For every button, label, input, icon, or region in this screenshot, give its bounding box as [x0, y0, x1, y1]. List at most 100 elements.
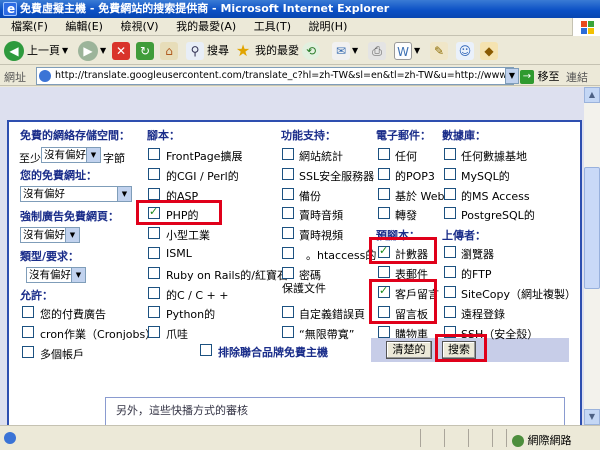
exclude-cobrand-label: 排除聯合品牌免費主機: [218, 346, 328, 359]
feature-checkbox[interactable]: [282, 227, 294, 239]
database-checkbox[interactable]: [444, 207, 456, 219]
formmail-checkbox[interactable]: [378, 266, 390, 278]
domain-select[interactable]: 沒有偏好 ▼: [20, 186, 132, 202]
feature-label: 自定義錯誤頁: [299, 308, 365, 321]
feature-checkbox[interactable]: [282, 267, 294, 279]
mail-button[interactable]: ✉ ▼: [332, 40, 358, 62]
feature-label: 賣時音頻: [299, 209, 343, 222]
database-checkbox[interactable]: [444, 148, 456, 160]
upload-checkbox[interactable]: [444, 286, 456, 298]
script-label: Python的: [166, 308, 216, 321]
stop-button[interactable]: ✕: [112, 40, 130, 62]
clear-button[interactable]: 清楚的: [386, 341, 432, 359]
research-button[interactable]: ◆: [480, 40, 498, 62]
feature-checkbox[interactable]: [282, 188, 294, 200]
email-label: 基於 Web: [395, 190, 445, 203]
chevron-down-icon: ▼: [117, 187, 131, 201]
search-form-panel: [7, 120, 582, 425]
feature-checkbox[interactable]: [282, 326, 294, 338]
discuss-button[interactable]: ✎: [430, 40, 448, 62]
script-checkbox[interactable]: [148, 148, 160, 160]
script-label: FrontPage擴展: [166, 150, 243, 163]
feature-checkbox[interactable]: [282, 306, 294, 318]
scroll-up-icon[interactable]: ▲: [584, 87, 600, 103]
research-icon: ◆: [480, 42, 498, 60]
home-button[interactable]: ⌂: [160, 40, 178, 62]
secondary-panel-text: 另外，這些快播方式的審核: [116, 404, 248, 417]
feature-checkbox[interactable]: [282, 247, 294, 259]
feature-checkbox[interactable]: [282, 168, 294, 180]
ads-select[interactable]: 沒有偏好 ▼: [20, 227, 80, 243]
menu-edit[interactable]: 編輯(E): [58, 18, 110, 36]
upload-label: SiteCopy（網址複製）: [461, 288, 577, 301]
address-dropdown-icon[interactable]: ▼: [505, 68, 519, 84]
address-label: 網址: [4, 71, 26, 84]
vertical-scrollbar[interactable]: ▲ ▼: [584, 87, 600, 425]
search-icon: ⚲: [186, 42, 204, 60]
refresh-button[interactable]: ↻: [136, 40, 154, 62]
email-checkbox[interactable]: [378, 168, 390, 180]
script-label: 小型工業: [166, 229, 210, 242]
history-button[interactable]: ⟲: [302, 40, 320, 62]
email-checkbox[interactable]: [378, 207, 390, 219]
script-checkbox[interactable]: [148, 326, 160, 338]
upload-checkbox[interactable]: [444, 246, 456, 258]
type-select[interactable]: 沒有偏好 ▼: [26, 267, 86, 283]
script-checkbox[interactable]: [148, 287, 160, 299]
multi-account-checkbox[interactable]: [22, 346, 34, 358]
forward-button[interactable]: ▶ ▼: [78, 40, 106, 62]
storage-header: 免費的網絡存儲空間：: [20, 129, 130, 142]
go-button[interactable]: → 移至: [520, 68, 560, 84]
storage-select[interactable]: 沒有偏好 ▼: [41, 147, 101, 163]
scroll-thumb[interactable]: [584, 167, 600, 289]
windows-logo-icon: [572, 18, 600, 36]
script-checkbox[interactable]: [148, 247, 160, 259]
highlight-guestbook: [369, 279, 437, 324]
address-input[interactable]: http://translate.googleusercontent.com/t…: [36, 67, 514, 85]
email-label: 任何: [395, 150, 417, 163]
menu-help[interactable]: 說明(H): [302, 18, 355, 36]
database-header: 數據庫：: [442, 129, 486, 142]
favorites-button[interactable]: ★ 我的最愛: [234, 40, 299, 62]
feature-checkbox[interactable]: [282, 207, 294, 219]
highlight-php: [136, 200, 222, 225]
home-icon: ⌂: [160, 42, 178, 60]
feature-label: “無限帶寬”: [299, 328, 355, 341]
email-checkbox[interactable]: [378, 188, 390, 200]
back-button[interactable]: ◀ 上一頁 ▼: [4, 40, 68, 62]
feature-label: 。htaccess的: [306, 249, 377, 262]
allow-header: 允許：: [20, 289, 53, 302]
menu-view[interactable]: 檢視(V): [113, 18, 165, 36]
script-checkbox[interactable]: [148, 227, 160, 239]
edit-button[interactable]: W ▼: [394, 40, 420, 62]
search-button[interactable]: ⚲ 搜尋: [186, 40, 229, 62]
paid-ads-checkbox[interactable]: [22, 306, 34, 318]
forward-arrow-icon: ▶: [78, 41, 98, 61]
menu-tools[interactable]: 工具(T): [247, 18, 298, 36]
cart-checkbox[interactable]: [378, 326, 390, 338]
script-checkbox[interactable]: [148, 306, 160, 318]
feature-label: SSL安全服務器: [299, 170, 375, 183]
print-button[interactable]: ⎙: [368, 40, 386, 62]
feature-checkbox[interactable]: [282, 148, 294, 160]
address-bar: 網址 http://translate.googleusercontent.co…: [0, 66, 600, 86]
exclude-cobrand-checkbox[interactable]: [200, 344, 212, 356]
script-checkbox[interactable]: [148, 267, 160, 279]
upload-checkbox[interactable]: [444, 266, 456, 278]
scroll-down-icon[interactable]: ▼: [584, 409, 600, 425]
document-icon: W: [394, 42, 412, 60]
links-label[interactable]: 連結: [566, 69, 588, 85]
database-checkbox[interactable]: [444, 168, 456, 180]
upload-checkbox[interactable]: [444, 306, 456, 318]
toolbar: ◀ 上一頁 ▼ ▶ ▼ ✕ ↻ ⌂ ⚲ 搜尋 ★ 我的最愛 ⟲ ✉ ▼ ⎙ W ▼ ✎ ☺ ◆: [0, 37, 600, 65]
email-checkbox[interactable]: [378, 148, 390, 160]
menu-file[interactable]: 檔案(F): [4, 18, 55, 36]
cronjobs-checkbox[interactable]: [22, 326, 34, 338]
script-checkbox[interactable]: [148, 168, 160, 180]
messenger-button[interactable]: ☺: [456, 40, 474, 62]
database-checkbox[interactable]: [444, 188, 456, 200]
chevron-down-icon: ▼: [71, 268, 85, 282]
script-checkbox[interactable]: [148, 188, 160, 200]
email-label: 轉發: [395, 209, 417, 222]
menu-favorites[interactable]: 我的最愛(A): [169, 18, 243, 36]
